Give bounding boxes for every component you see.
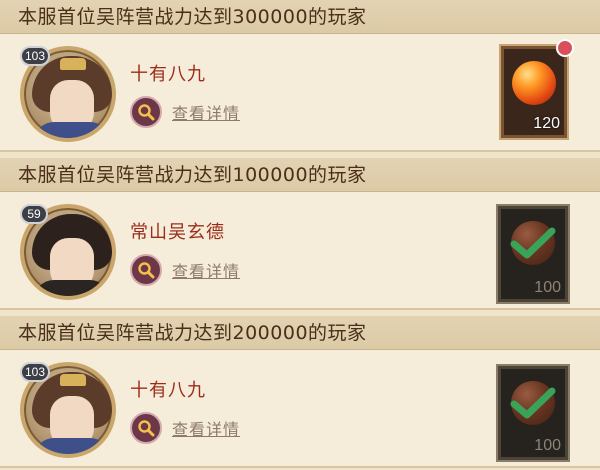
reward-slot[interactable]: 120 bbox=[501, 39, 574, 138]
achievement-body: 103 十有八九 查看详情 120 bbox=[0, 34, 600, 152]
fire-orb-icon bbox=[512, 61, 556, 105]
avatar-robe bbox=[34, 280, 110, 296]
achievement-body: 103 十有八九 查看详情 100 bbox=[0, 350, 600, 468]
reward-slot-claimed: 100 bbox=[498, 206, 568, 302]
avatar-crown bbox=[60, 58, 86, 70]
checkmark-icon bbox=[510, 227, 556, 259]
checkmark-icon bbox=[510, 387, 556, 419]
achievement-title: 本服首位吴阵营战力达到200000的玩家 bbox=[0, 316, 600, 350]
view-details-label[interactable]: 查看详情 bbox=[172, 100, 240, 124]
view-details-button[interactable]: 查看详情 bbox=[130, 412, 240, 444]
view-details-button[interactable]: 查看详情 bbox=[130, 96, 240, 128]
avatar-robe bbox=[34, 438, 110, 454]
view-details-label[interactable]: 查看详情 bbox=[172, 258, 240, 282]
achievement-entry: 本服首位吴阵营战力达到300000的玩家 103 十有八九 查看详情 120 bbox=[0, 0, 600, 152]
reward-count: 100 bbox=[534, 279, 561, 296]
red-dot-icon bbox=[556, 39, 574, 57]
player-name: 十有八九 bbox=[130, 380, 206, 401]
level-badge: 59 bbox=[20, 204, 48, 224]
view-details-button[interactable]: 查看详情 bbox=[130, 254, 240, 286]
magnifier-icon[interactable] bbox=[130, 412, 162, 444]
reward-count: 120 bbox=[533, 115, 560, 132]
view-details-label[interactable]: 查看详情 bbox=[172, 416, 240, 440]
achievement-body: 59 常山吴玄德 查看详情 100 bbox=[0, 192, 600, 310]
avatar-crown bbox=[60, 374, 86, 386]
magnifier-icon[interactable] bbox=[130, 254, 162, 286]
reward-count: 100 bbox=[534, 437, 561, 454]
achievement-entry: 本服首位吴阵营战力达到100000的玩家 59 常山吴玄德 查看详情 100 bbox=[0, 158, 600, 310]
magnifier-icon[interactable] bbox=[130, 96, 162, 128]
level-badge: 103 bbox=[20, 362, 51, 382]
reward-slot-claimed: 100 bbox=[498, 366, 568, 460]
level-badge: 103 bbox=[20, 46, 51, 66]
achievement-title: 本服首位吴阵营战力达到100000的玩家 bbox=[0, 158, 600, 192]
player-name: 常山吴玄德 bbox=[130, 222, 225, 243]
player-name: 十有八九 bbox=[130, 64, 206, 85]
achievement-title: 本服首位吴阵营战力达到300000的玩家 bbox=[0, 0, 600, 34]
achievement-entry: 本服首位吴阵营战力达到200000的玩家 103 十有八九 查看详情 100 bbox=[0, 316, 600, 468]
avatar-robe bbox=[34, 122, 110, 138]
